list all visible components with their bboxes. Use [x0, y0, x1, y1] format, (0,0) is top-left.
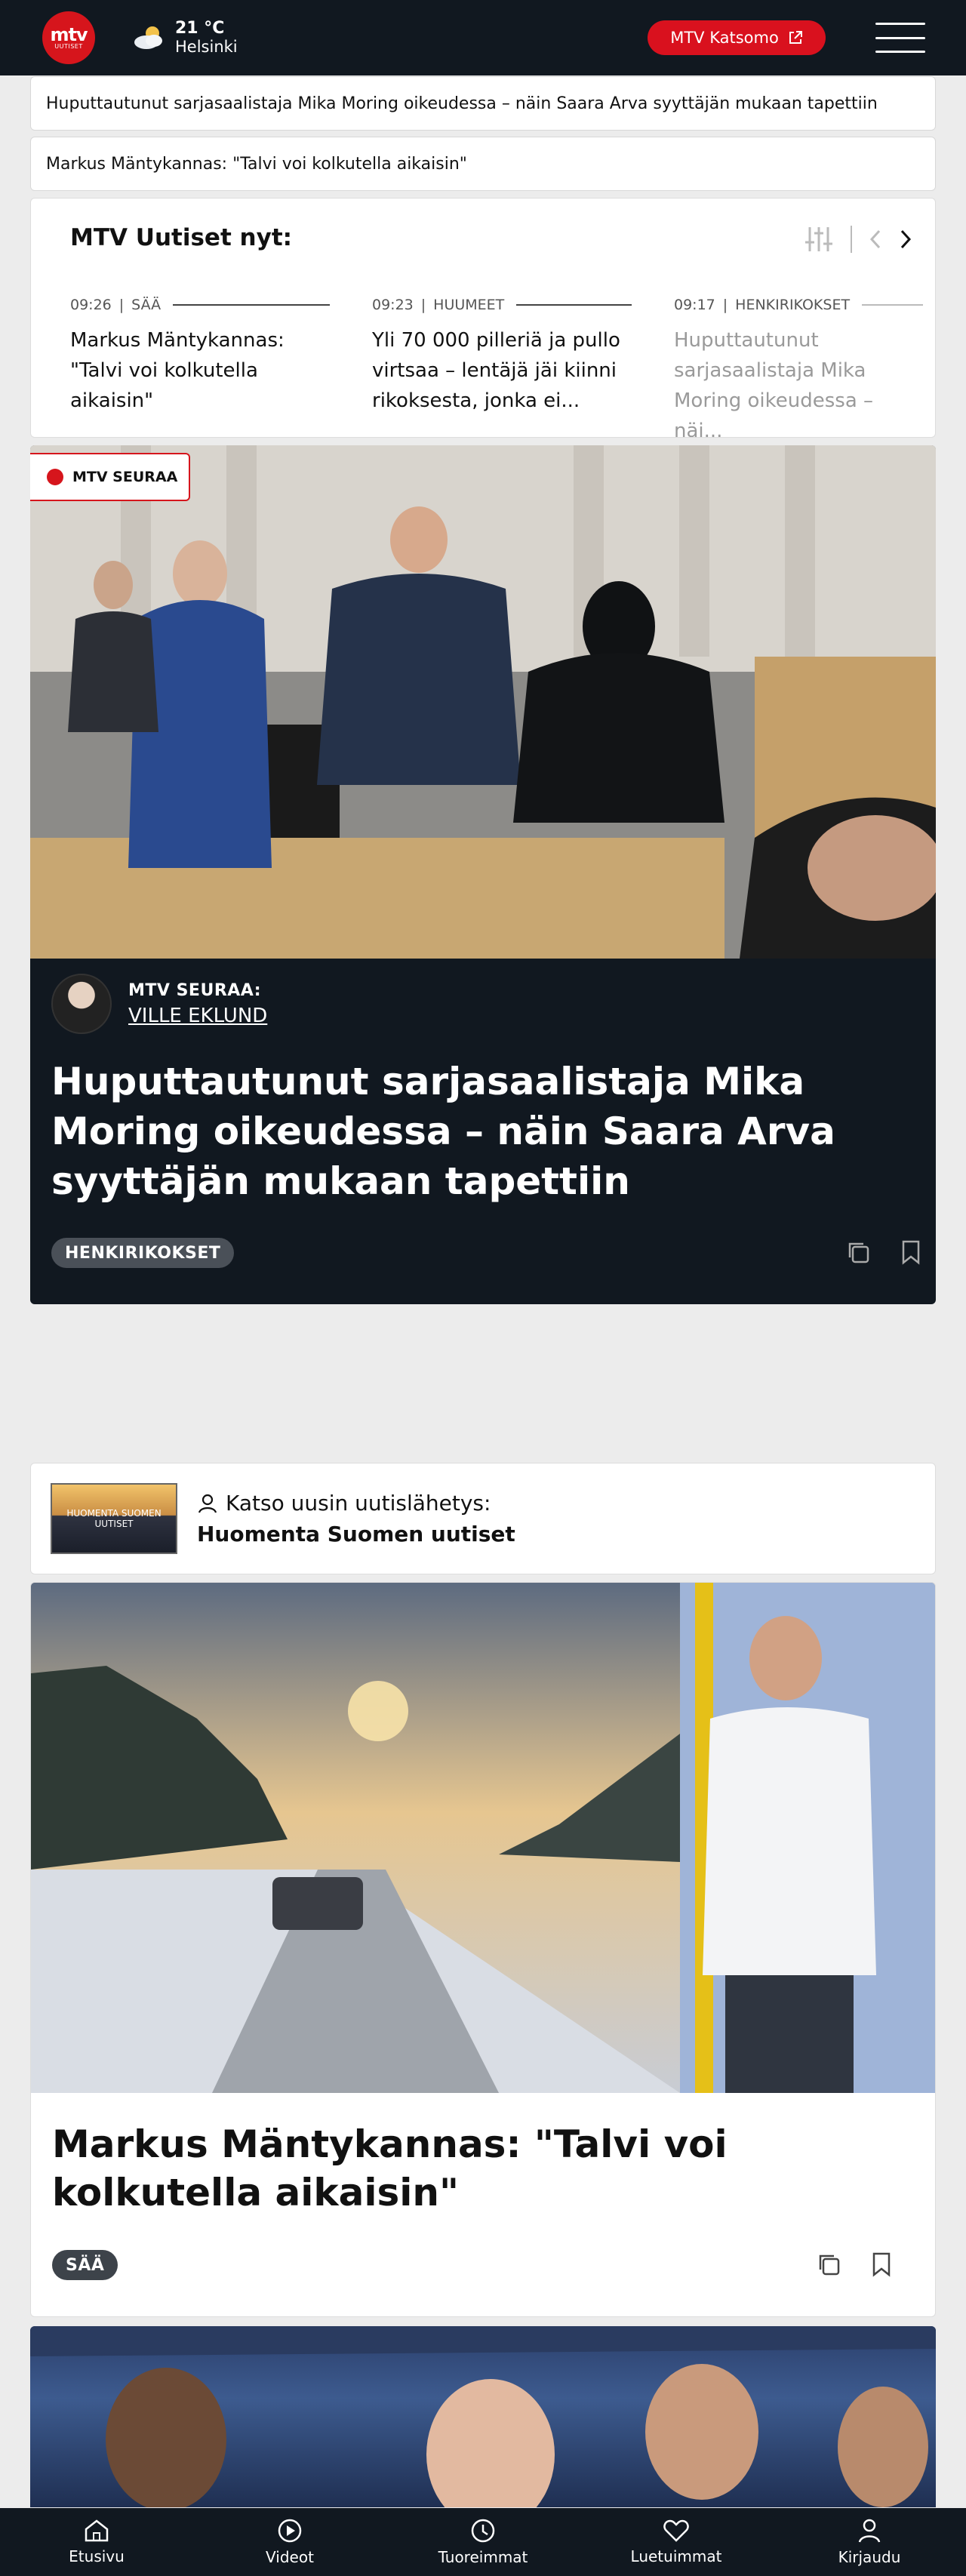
article-title[interactable]: Markus Mäntykannas: "Talvi voi kolkutell… — [52, 2120, 912, 2217]
nav-label: Kirjaudu — [838, 2548, 901, 2566]
author-label: MTV SEURAA: — [128, 980, 262, 1000]
news-headline: Yli 70 000 pilleriä ja pullo virtsaa – l… — [372, 329, 620, 412]
news-time: 09:17 — [674, 297, 715, 313]
bookmark-icon[interactable] — [901, 1239, 921, 1265]
news-time: 09:23 — [372, 297, 414, 313]
news-headline: Markus Mäntykannas: "Talvi voi kolkutell… — [70, 329, 285, 412]
logo-subtext: UUTISET — [54, 42, 83, 50]
link-card-2[interactable]: Markus Mäntykannas: "Talvi voi kolkutell… — [30, 137, 936, 191]
divider — [851, 226, 852, 253]
nav-item-luetuimmat[interactable]: Luetuimmat — [580, 2508, 773, 2576]
weather-widget[interactable]: 21 °C Helsinki — [131, 20, 238, 56]
article-title[interactable]: Huputtautunut sarjasaalistaja Mika Morin… — [51, 1057, 912, 1206]
katsomo-label: MTV Katsomo — [670, 29, 779, 47]
badge-label: MTV SEURAA — [72, 469, 178, 485]
chevron-right-icon[interactable] — [899, 229, 912, 250]
news-now-item[interactable]: 09:17 | HENKIRIKOKSET Huputtautunut sarj… — [674, 297, 923, 438]
home-icon — [85, 2519, 109, 2542]
author-name-link[interactable]: VILLE EKLUND — [128, 1005, 267, 1027]
partly-cloudy-icon — [134, 26, 162, 49]
winter-road-photo — [31, 1583, 935, 2093]
category-tag[interactable]: SÄÄ — [52, 2250, 118, 2280]
broadcast-title: Huomenta Suomen uutiset — [197, 1522, 515, 1547]
top-header: mtv UUTISET 21 °C Helsinki MTV Katsomo — [0, 0, 966, 75]
nav-item-videot[interactable]: Videot — [193, 2508, 386, 2576]
copy-link-icon[interactable] — [845, 1239, 871, 1265]
news-headline: Huputtautunut sarjasaalistaja Mika Morin… — [674, 329, 874, 438]
filter-sliders-icon[interactable] — [804, 226, 834, 253]
category-tag[interactable]: HENKIRIKOKSET — [51, 1238, 235, 1268]
broadcast-thumbnail: HUOMENTA SUOMEN UUTISET — [51, 1483, 177, 1554]
chevron-left-icon[interactable] — [869, 229, 882, 250]
thumbnail-text: HUOMENTA SUOMEN UUTISET — [66, 1508, 162, 1529]
nav-item-kirjaudu[interactable]: Kirjaudu — [773, 2508, 966, 2576]
article-actions — [845, 1239, 921, 1265]
hero-article-card[interactable]: MTV SEURAA MTV SEURAA: VILLE EKLUND Hupu… — [30, 445, 936, 1304]
news-now-item[interactable]: 09:23 | HUUMEET Yli 70 000 pilleriä ja p… — [372, 297, 632, 416]
logo-text: mtv — [50, 23, 88, 45]
article-actions — [816, 2251, 891, 2277]
latest-broadcast-card[interactable]: HUOMENTA SUOMEN UUTISET Katso uusin uuti… — [30, 1463, 936, 1574]
link-card-text: Huputtautunut sarjasaalistaja Mika Morin… — [46, 94, 878, 113]
copy-link-icon[interactable] — [816, 2251, 841, 2277]
bookmark-icon[interactable] — [872, 2251, 891, 2277]
external-link-icon — [789, 31, 802, 44]
play-icon — [278, 2519, 302, 2543]
news-time: 09:26 — [70, 297, 112, 313]
person-icon — [198, 1494, 217, 1513]
mtv-uutiset-logo[interactable]: mtv UUTISET — [42, 11, 95, 64]
nav-label: Videot — [266, 2548, 314, 2566]
author-block[interactable]: MTV SEURAA: VILLE EKLUND — [51, 974, 267, 1034]
bottom-navigation: Etusivu Videot Tuoreimmat Luetuimmat Kir… — [0, 2508, 966, 2576]
live-dot-icon — [47, 469, 63, 485]
nav-item-tuoreimmat[interactable]: Tuoreimmat — [386, 2508, 580, 2576]
mtv-katsomo-button[interactable]: MTV Katsomo — [648, 20, 826, 55]
nav-label: Luetuimmat — [630, 2547, 722, 2565]
news-category: SÄÄ — [131, 297, 162, 313]
weather-temperature: 21 °C — [175, 19, 225, 38]
broadcast-label: Katso uusin uutislähetys: — [226, 1491, 491, 1516]
link-card-text: Markus Mäntykannas: "Talvi voi kolkutell… — [46, 154, 467, 174]
article-card-weather[interactable]: Markus Mäntykannas: "Talvi voi kolkutell… — [30, 1582, 936, 2317]
link-card-1[interactable]: Huputtautunut sarjasaalistaja Mika Morin… — [30, 76, 936, 131]
news-category: HUUMEET — [433, 297, 505, 313]
weather-city: Helsinki — [175, 38, 238, 56]
courtroom-photo: MTV SEURAA — [30, 445, 936, 959]
carousel-controls — [804, 226, 912, 253]
football-officials-photo — [30, 2326, 936, 2507]
news-now-carousel: MTV Uutiset nyt: 09:26 | SÄÄ Markus Mänt… — [30, 198, 936, 438]
nav-item-etusivu[interactable]: Etusivu — [0, 2508, 193, 2576]
hamburger-menu-icon[interactable] — [875, 23, 925, 53]
user-icon — [858, 2519, 881, 2543]
nav-label: Tuoreimmat — [438, 2548, 528, 2566]
heart-icon — [663, 2519, 689, 2542]
article-card-partial[interactable] — [30, 2326, 936, 2507]
clock-icon — [471, 2519, 495, 2543]
nav-label: Etusivu — [69, 2547, 125, 2565]
news-now-item[interactable]: 09:26 | SÄÄ Markus Mäntykannas: "Talvi v… — [70, 297, 330, 416]
avatar — [51, 974, 112, 1034]
mtv-seuraa-badge: MTV SEURAA — [30, 453, 190, 501]
news-category: HENKIRIKOKSET — [735, 297, 851, 313]
news-now-title: MTV Uutiset nyt: — [70, 224, 293, 251]
